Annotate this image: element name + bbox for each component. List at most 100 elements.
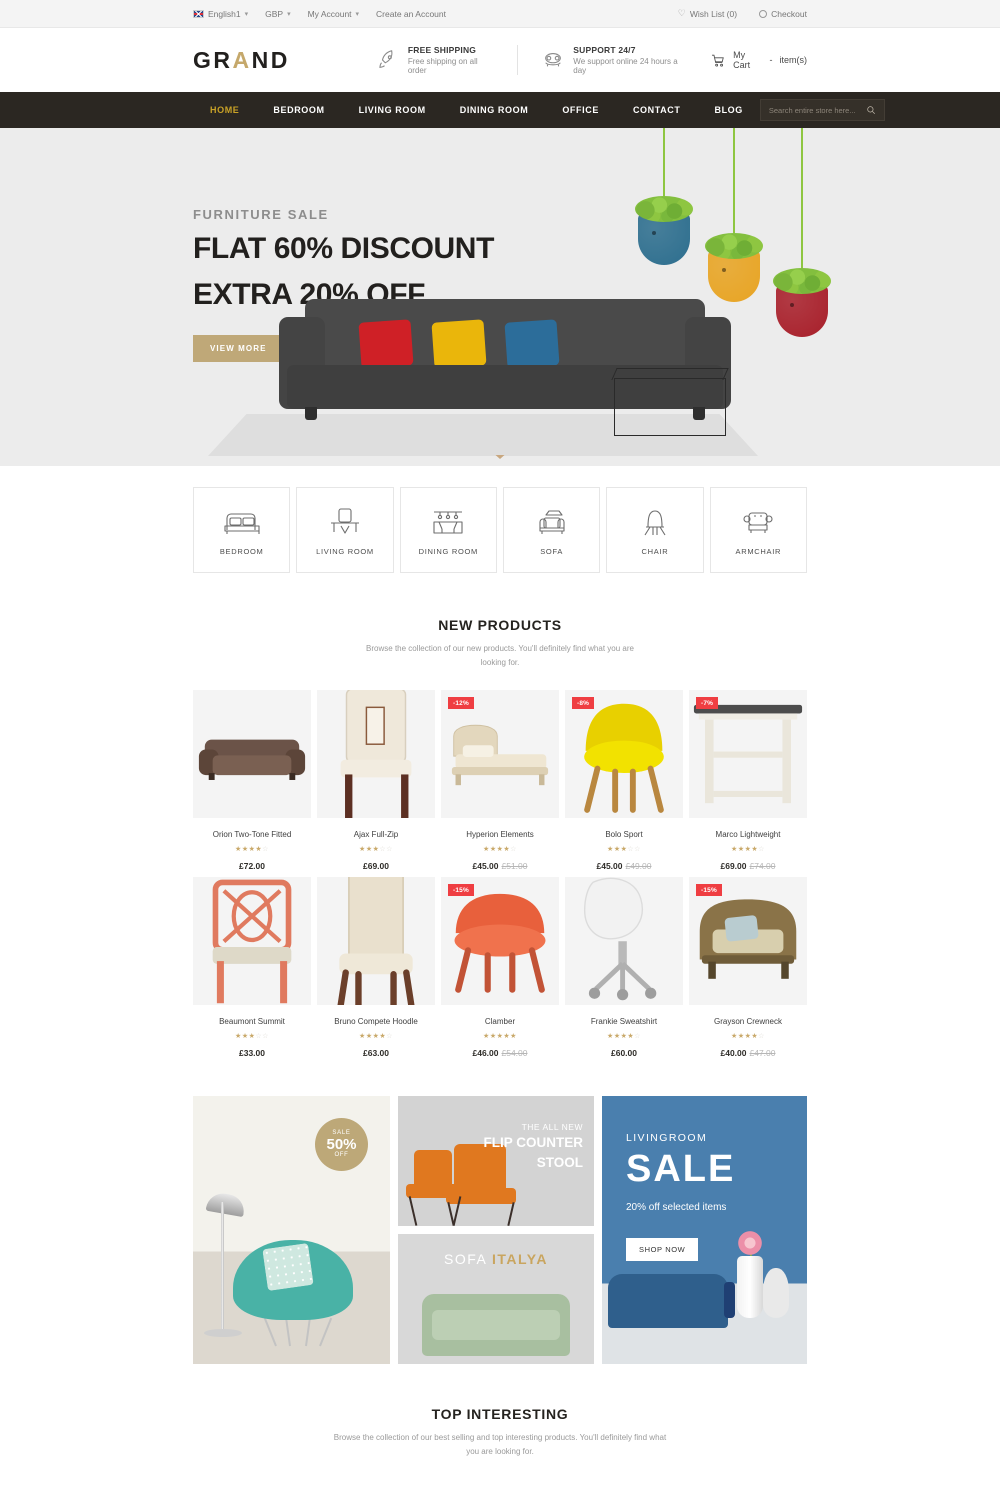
feature-title: SUPPORT 24/7 [573,45,636,55]
hero-headline-1: FLAT 60% DISCOUNT [193,232,494,265]
product-card[interactable]: -15% Grayson Crewneck ★★★★☆ £40.00 £47.00 [689,877,807,1058]
category-tile-dining-room[interactable]: DINING ROOM [399,487,497,573]
wishlist-link[interactable]: ♡ Wish List (0) [678,8,737,19]
price-current: £69.00 [363,861,389,871]
armchair-icon [743,512,773,533]
product-image-wrap[interactable] [193,877,311,1005]
product-image-wrap[interactable] [317,690,435,818]
currency-selector[interactable]: GBP ▾ [265,9,290,19]
product-card[interactable]: -8% Bolo Sport ★★★☆☆ £45.00 £49.00 [565,690,683,871]
product-image-wrap[interactable]: -15% [441,877,559,1005]
chevron-down-icon: ▾ [244,10,249,18]
page-title: NEW PRODUCTS [438,617,562,633]
product-image-wrap[interactable]: -12% [441,690,559,818]
my-account-menu[interactable]: My Account ▾ [308,9,359,19]
product-name[interactable]: Clamber [441,1017,559,1026]
nav-item-contact[interactable]: CONTACT [616,105,698,115]
rocket-icon [379,50,393,68]
product-name[interactable]: Bolo Sport [565,830,683,839]
main-navigation: HOME BEDROOM LIVING ROOM DINING ROOM OFFICE C… [0,92,1000,128]
promo-headline-2: STOOL [536,1155,583,1171]
desk-chair-icon [330,508,359,534]
promo-kicker: THE ALL NEW [521,1122,583,1132]
category-tile-bedroom[interactable]: BEDROOM [193,487,291,573]
lamp-shade [205,1190,247,1218]
search-icon[interactable] [866,105,876,115]
product-image [212,879,292,1003]
product-card[interactable]: Beaumont Summit ★★★☆☆ £33.00 [193,877,311,1058]
product-price: £63.00 [317,1048,435,1058]
product-card[interactable]: -15% Clamber ★★★★★ £46.00 £54.00 [441,877,559,1058]
category-tile-armchair[interactable]: ARMCHAIR [709,487,807,573]
product-image-wrap[interactable]: -15% [689,877,807,1005]
shop-now-button[interactable]: SHOP NOW [626,1238,699,1261]
product-card[interactable]: Orion Two-Tone Fitted ★★★★☆ £72.00 [193,690,311,871]
product-price: £40.00 £47.00 [689,1048,807,1058]
nav-item-blog[interactable]: BLOG [697,105,759,115]
product-card[interactable]: Ajax Full-Zip ★★★☆☆ £69.00 [317,690,435,871]
language-selector[interactable]: English1 ▾ [193,9,248,19]
nav-item-dining-room[interactable]: DINING ROOM [443,105,546,115]
product-image-wrap[interactable]: -7% [689,690,807,818]
create-account-link[interactable]: Create an Account [376,9,446,19]
product-card[interactable]: -12% Hyperion Elements ★★★★☆ £45.00 £51.00 [441,690,559,871]
vase-white [737,1256,763,1318]
product-image [454,894,546,994]
category-label: LIVING ROOM [316,547,374,556]
category-tile-sofa[interactable]: SOFA [502,487,601,573]
product-image [198,739,306,780]
product-card[interactable]: Frankie Sweatshirt ★★★★☆ £60.00 [565,877,683,1058]
sale-badge-percent: 50% [326,1135,357,1153]
product-image [340,690,412,818]
product-name[interactable]: Beaumont Summit [193,1017,311,1026]
price-old: £54.00 [501,1048,528,1058]
nav-item-office[interactable]: OFFICE [545,105,616,115]
product-image-wrap[interactable] [317,877,435,1005]
product-price: £45.00 £49.00 [565,861,683,871]
product-rating: ★★★★★ [483,1033,517,1040]
product-image [584,703,664,813]
product-name[interactable]: Hyperion Elements [441,830,559,839]
product-image-wrap[interactable] [565,877,683,1005]
search-box[interactable] [759,99,885,121]
promo-livingroom-sale[interactable]: LIVINGROOM SALE 20% off selected items S… [602,1096,807,1364]
product-image-wrap[interactable]: -8% [565,690,683,818]
product-rating: ★★★☆☆ [359,846,393,853]
product-name[interactable]: Grayson Crewneck [689,1017,807,1026]
product-name[interactable]: Frankie Sweatshirt [565,1017,683,1026]
promo-flip-counter-stool[interactable]: THE ALL NEW FLIP COUNTER STOOL [398,1096,594,1226]
promo-sofa-italya[interactable]: SOFA ITALYA [398,1234,594,1364]
category-label: SOFA [540,547,564,556]
nav-item-home[interactable]: HOME [193,105,256,115]
search-input[interactable] [768,105,866,115]
cart-button[interactable]: My Cart - item(s) [710,50,807,70]
logo-part-2: A [232,46,252,73]
nav-item-living-room[interactable]: LIVING ROOM [342,105,443,115]
product-name[interactable]: Ajax Full-Zip [317,830,435,839]
product-name[interactable]: Marco Lightweight [689,830,807,839]
product-image-wrap[interactable] [193,690,311,818]
blue-sofa-graphic [608,1274,728,1328]
product-card[interactable]: -7% Marco Lightweight ★★★★☆ £69.00 £74.00 [689,690,807,871]
nav-item-bedroom[interactable]: BEDROOM [256,105,341,115]
category-tile-living-room[interactable]: LIVING ROOM [296,487,394,573]
hero-scroll-indicator[interactable] [495,455,505,459]
promo-middle-column: THE ALL NEW FLIP COUNTER STOOL SOFA ITAL… [398,1096,594,1364]
discount-badge: -15% [448,884,474,896]
green-sofa-graphic [422,1294,570,1356]
discount-badge: -15% [696,884,722,896]
product-name[interactable]: Bruno Compete Hoodle [317,1017,435,1026]
vase-grey [763,1268,789,1318]
price-old: £49.00 [625,861,652,871]
site-logo[interactable]: GRAND [193,47,290,74]
product-name[interactable]: Orion Two-Tone Fitted [193,830,311,839]
product-card[interactable]: Bruno Compete Hoodle ★★★★☆ £63.00 [317,877,435,1058]
checkout-link[interactable]: Checkout [759,9,807,19]
promo-sofa-word-2: ITALYA [492,1251,548,1267]
promo-sofa-text: SOFA ITALYA [398,1251,594,1267]
category-tile-chair[interactable]: CHAIR [606,487,704,573]
hanging-planter [705,128,763,302]
promo-sale-50[interactable]: SALE 50% OFF [193,1096,390,1364]
price-current: £33.00 [239,1048,265,1058]
product-price: £69.00 [317,861,435,871]
